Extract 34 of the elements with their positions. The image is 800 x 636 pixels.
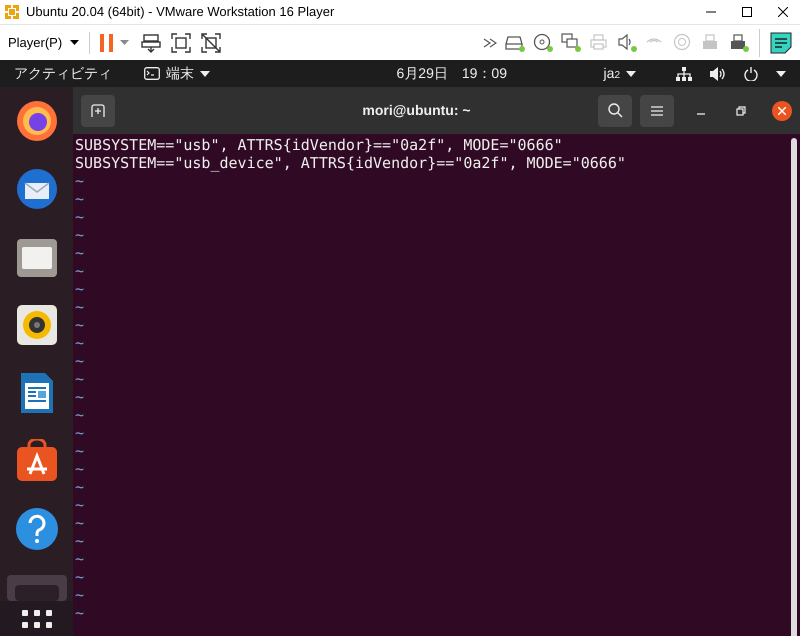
empty-line-marker: ~ [75,280,84,298]
empty-line-marker: ~ [75,460,84,478]
terminal-line: SUBSYSTEM=="usb_device", ATTRS{idVendor}=="0a2f", MODE="0666" [75,154,626,172]
empty-line-marker: ~ [75,532,84,550]
empty-line-marker: ~ [75,316,84,334]
empty-line-marker: ~ [75,262,84,280]
empty-line-marker: ~ [75,226,84,244]
clock[interactable]: 6月29日 19：09 [396,63,508,84]
empty-line-marker: ~ [75,586,84,604]
player-menu-button[interactable]: Player(P) [8,32,80,52]
empty-line-marker: ~ [75,334,84,352]
empty-line-marker: ~ [75,568,84,586]
empty-line-marker: ~ [75,208,84,226]
empty-line-marker: ~ [75,442,84,460]
empty-line-marker: ~ [75,298,84,316]
terminal-title: mori@ubuntu: ~ [362,101,471,120]
terminal-line: SUBSYSTEM=="usb", ATTRS{idVendor}=="0a2f", MODE="0666" [75,136,563,154]
empty-line-marker: ~ [75,604,84,622]
input-method-indicator[interactable]: ja2 [604,63,620,84]
empty-line-marker: ~ [75,190,84,208]
activities-button[interactable]: アクティビティ [14,63,144,84]
empty-line-marker: ~ [75,370,84,388]
empty-line-marker: ~ [75,244,84,262]
empty-line-marker: ~ [75,172,84,190]
empty-line-marker: ~ [75,388,84,406]
empty-line-marker: ~ [75,352,84,370]
empty-line-marker: ~ [75,550,84,568]
empty-line-marker: ~ [75,496,84,514]
app-menu[interactable]: 端末 [166,63,194,84]
empty-line-marker: ~ [75,424,84,442]
empty-line-marker: ~ [75,514,84,532]
empty-line-marker: ~ [75,478,84,496]
window-title: Ubuntu 20.04 (64bit) - VMware Workstation 16 Player [26,3,334,22]
empty-line-marker: ~ [75,406,84,424]
